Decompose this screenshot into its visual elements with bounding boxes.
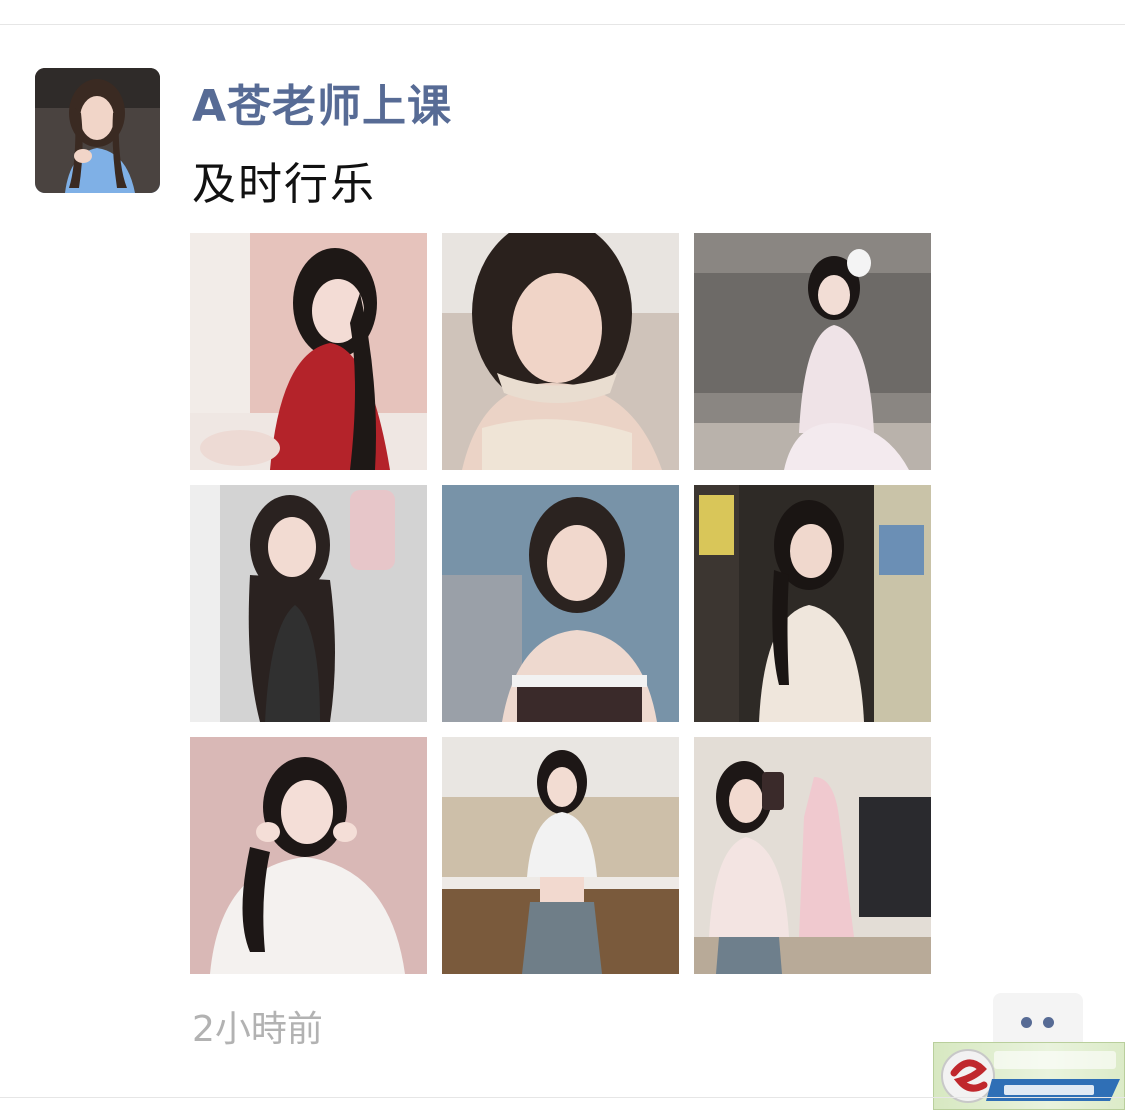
author-name[interactable]: A苍老师上课 bbox=[192, 70, 452, 134]
photo-grid bbox=[190, 233, 931, 974]
photo-6[interactable] bbox=[694, 485, 931, 722]
photo-4[interactable] bbox=[190, 485, 427, 722]
photo-8-image bbox=[442, 737, 679, 974]
watermark-image bbox=[941, 1049, 1120, 1103]
two-dots-icon bbox=[1021, 1017, 1032, 1028]
watermark-logo bbox=[933, 1042, 1125, 1110]
photo-1-image bbox=[190, 233, 427, 470]
photo-2-image bbox=[442, 233, 679, 470]
photo-5[interactable] bbox=[442, 485, 679, 722]
avatar[interactable] bbox=[35, 68, 160, 193]
bottom-divider bbox=[0, 1097, 1125, 1098]
photo-7-image bbox=[190, 737, 427, 974]
photo-8[interactable] bbox=[442, 737, 679, 974]
photo-4-image bbox=[190, 485, 427, 722]
photo-2[interactable] bbox=[442, 233, 679, 470]
top-divider bbox=[0, 24, 1125, 25]
photo-7[interactable] bbox=[190, 737, 427, 974]
photo-3[interactable] bbox=[694, 233, 931, 470]
photo-1[interactable] bbox=[190, 233, 427, 470]
photo-9[interactable] bbox=[694, 737, 931, 974]
post-text: 及时行乐 bbox=[192, 159, 376, 210]
photo-5-image bbox=[442, 485, 679, 722]
photo-6-image bbox=[694, 485, 931, 722]
two-dots-icon bbox=[1043, 1017, 1054, 1028]
avatar-portrait bbox=[35, 68, 160, 193]
photo-3-image bbox=[694, 233, 931, 470]
post-time: 2小時前 bbox=[192, 1009, 323, 1050]
photo-9-image bbox=[694, 737, 931, 974]
